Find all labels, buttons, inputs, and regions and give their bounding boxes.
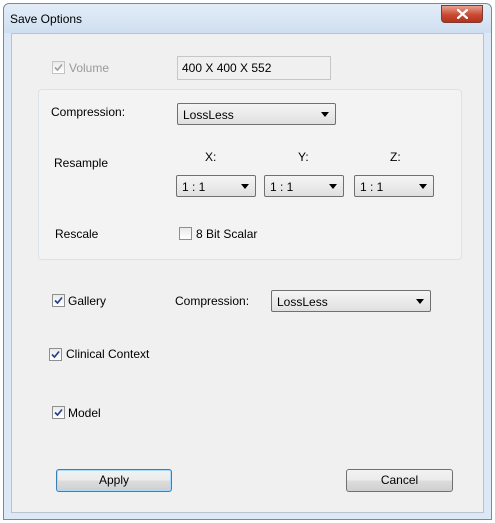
resample-label: Resample (54, 156, 109, 170)
rescale-8bit-label: 8 Bit Scalar (196, 227, 258, 241)
checkmark-icon (54, 63, 63, 72)
close-x-icon (457, 9, 468, 19)
chevron-down-icon (329, 184, 337, 189)
save-options-dialog: Save Options Volume 400 X 400 X 552 Comp… (3, 3, 492, 520)
compression-dropdown[interactable]: LossLess (177, 103, 336, 125)
dialog-title: Save Options (10, 12, 83, 26)
cancel-button[interactable]: Cancel (346, 469, 453, 492)
volume-label: Volume (69, 61, 110, 75)
rescale-8bit-checkbox[interactable] (179, 227, 192, 240)
checkmark-icon (51, 350, 60, 359)
resample-x-dropdown[interactable]: 1 : 1 (176, 175, 256, 197)
volume-checkbox[interactable] (52, 61, 65, 74)
resample-y-value: 1 : 1 (270, 180, 294, 194)
clinical-context-label: Clinical Context (66, 347, 150, 361)
chevron-down-icon (416, 299, 424, 304)
gallery-compression-dropdown[interactable]: LossLess (271, 290, 431, 312)
resample-x-value: 1 : 1 (182, 180, 206, 194)
apply-button[interactable]: Apply (56, 469, 172, 492)
volume-options-group: Compression: LossLess Resample X: Y: Z: … (38, 89, 462, 260)
chevron-down-icon (321, 112, 329, 117)
chevron-down-icon (419, 184, 427, 189)
gallery-compression-label: Compression: (175, 294, 250, 308)
gallery-checkbox[interactable] (52, 294, 65, 307)
title-bar[interactable]: Save Options (4, 4, 491, 33)
clinical-context-checkbox[interactable] (49, 348, 62, 361)
model-checkbox[interactable] (52, 406, 65, 419)
rescale-label: Rescale (55, 227, 99, 241)
resample-z-dropdown[interactable]: 1 : 1 (354, 175, 434, 197)
compression-label: Compression: (51, 105, 126, 119)
checkmark-icon (54, 296, 63, 305)
gallery-compression-value: LossLess (277, 295, 328, 309)
resample-y-label: Y: (298, 150, 309, 164)
model-label: Model (68, 406, 101, 420)
gallery-label: Gallery (68, 294, 107, 308)
volume-dimensions-value: 400 X 400 X 552 (182, 61, 272, 75)
close-button[interactable] (441, 5, 483, 23)
checkmark-icon (54, 408, 63, 417)
resample-z-label: Z: (390, 150, 401, 164)
volume-dimensions-field: 400 X 400 X 552 (177, 56, 331, 80)
dialog-body: Volume 400 X 400 X 552 Compression: Loss… (11, 33, 484, 513)
resample-y-dropdown[interactable]: 1 : 1 (264, 175, 344, 197)
compression-value: LossLess (183, 108, 234, 122)
resample-z-value: 1 : 1 (360, 180, 384, 194)
chevron-down-icon (241, 184, 249, 189)
resample-x-label: X: (205, 150, 217, 164)
